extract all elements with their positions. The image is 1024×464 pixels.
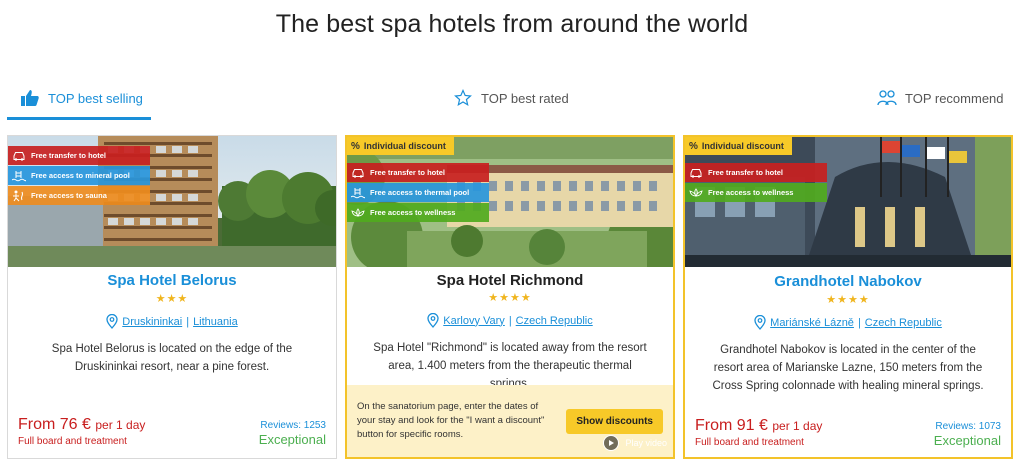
star-rating: ★★★★ bbox=[826, 294, 870, 306]
lotus-icon bbox=[351, 207, 365, 217]
ribbon-mineral-pool: Free access to mineral pool bbox=[8, 166, 150, 185]
country-link[interactable]: Czech Republic bbox=[516, 315, 593, 327]
pool-icon bbox=[351, 187, 365, 198]
city-link[interactable]: Mariánské Lázně bbox=[770, 317, 854, 329]
country-link[interactable]: Lithuania bbox=[193, 316, 238, 328]
individual-discount-badge: % Individual discount bbox=[685, 137, 792, 155]
page-title: The best spa hotels from around the worl… bbox=[275, 10, 749, 38]
car-icon bbox=[690, 168, 702, 178]
price-period: per 1 day bbox=[95, 418, 146, 432]
lotus-icon bbox=[689, 187, 703, 197]
rating-label: Exceptional bbox=[933, 433, 1001, 448]
location-pin-icon bbox=[754, 315, 766, 330]
ribbon-thermal-pool: Free access to thermal pool bbox=[347, 183, 489, 202]
sauna-icon bbox=[13, 190, 23, 201]
car-icon bbox=[352, 168, 364, 178]
tab-bar: TOP best selling TOP best rated TOP reco… bbox=[0, 78, 1024, 120]
promo-text: On the sanatorium page, enter the dates … bbox=[357, 401, 545, 440]
board-type: Full board and treatment bbox=[695, 437, 804, 448]
hotel-name[interactable]: Grandhotel Nabokov bbox=[685, 273, 1011, 290]
pool-icon bbox=[12, 170, 26, 181]
show-discounts-button[interactable]: Show discounts bbox=[566, 408, 663, 434]
tab-label: TOP best selling bbox=[48, 90, 143, 106]
price: From 76 € per 1 day bbox=[18, 416, 146, 433]
percent-icon: % bbox=[689, 140, 698, 152]
thumbs-up-icon bbox=[20, 88, 40, 108]
hotel-location: Karlovy Vary | Czech Republic bbox=[347, 313, 673, 328]
tab-top-recommend[interactable]: TOP recommend bbox=[877, 78, 1004, 118]
hotel-photo[interactable] bbox=[347, 137, 673, 267]
hotel-card-richmond[interactable]: % Individual discount Free transfer to h… bbox=[345, 135, 675, 459]
hotel-description: Spa Hotel Belorus is located on the edge… bbox=[51, 343, 293, 373]
play-icon bbox=[603, 435, 620, 451]
rating-label: Exceptional bbox=[258, 432, 326, 447]
play-video-button[interactable]: Play video bbox=[603, 435, 667, 451]
tab-label: TOP recommend bbox=[905, 90, 1004, 106]
star-outline-icon bbox=[453, 88, 473, 108]
hotel-card-belorus[interactable]: Free transfer to hotel Free access to mi… bbox=[7, 135, 337, 459]
hotel-location: Druskininkai | Lithuania bbox=[8, 314, 336, 329]
car-icon bbox=[13, 151, 25, 161]
percent-icon: % bbox=[351, 140, 360, 152]
price: From 91 € per 1 day bbox=[695, 417, 823, 434]
city-link[interactable]: Karlovy Vary bbox=[443, 315, 505, 327]
ribbon-free-transfer: Free transfer to hotel bbox=[685, 163, 827, 182]
hotel-name[interactable]: Spa Hotel Belorus bbox=[8, 272, 336, 289]
hotel-name[interactable]: Spa Hotel Richmond bbox=[347, 272, 673, 289]
people-icon bbox=[877, 88, 897, 108]
price-amount: 91 € bbox=[736, 417, 768, 434]
location-pin-icon bbox=[427, 313, 439, 328]
hotel-description: Grandhotel Nabokov is located in the cen… bbox=[712, 344, 984, 392]
ribbon-free-transfer: Free transfer to hotel bbox=[8, 146, 150, 165]
ribbon-sauna: Free access to sauna bbox=[8, 186, 150, 205]
tab-top-best-selling[interactable]: TOP best selling bbox=[20, 78, 143, 118]
reviews-count[interactable]: Reviews: 1253 bbox=[260, 420, 326, 431]
hotel-location: Mariánské Lázně | Czech Republic bbox=[685, 315, 1011, 330]
active-tab-indicator bbox=[7, 117, 151, 120]
tab-top-best-rated[interactable]: TOP best rated bbox=[453, 78, 569, 118]
hotel-photo[interactable] bbox=[685, 137, 1011, 267]
price-period: per 1 day bbox=[772, 419, 823, 433]
city-link[interactable]: Druskininkai bbox=[122, 316, 182, 328]
star-rating: ★★★★ bbox=[488, 292, 532, 304]
board-type: Full board and treatment bbox=[18, 436, 127, 447]
ribbon-free-transfer: Free transfer to hotel bbox=[347, 163, 489, 182]
location-pin-icon bbox=[106, 314, 118, 329]
ribbon-wellness: Free access to wellness bbox=[347, 203, 489, 222]
individual-discount-badge: % Individual discount bbox=[347, 137, 454, 155]
star-rating: ★★★ bbox=[155, 293, 189, 305]
ribbon-wellness: Free access to wellness bbox=[685, 183, 827, 202]
hotel-card-nabokov[interactable]: % Individual discount Free transfer to h… bbox=[683, 135, 1013, 459]
country-link[interactable]: Czech Republic bbox=[865, 317, 942, 329]
reviews-count[interactable]: Reviews: 1073 bbox=[935, 421, 1001, 432]
price-amount: 76 € bbox=[59, 416, 91, 433]
tab-label: TOP best rated bbox=[481, 90, 569, 106]
